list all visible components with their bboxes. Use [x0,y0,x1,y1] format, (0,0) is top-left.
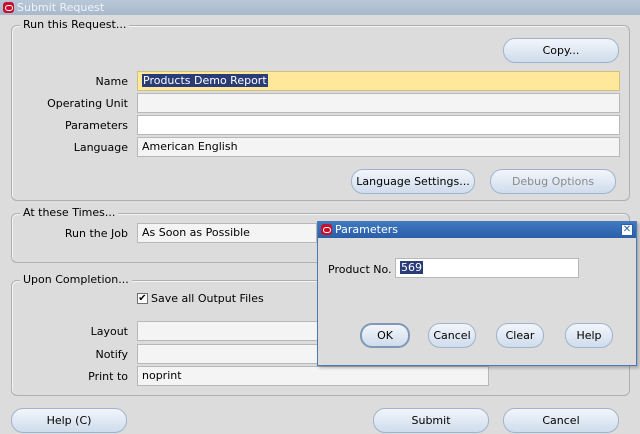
layout-label: Layout [90,325,128,338]
oracle-logo-icon [3,2,14,13]
language-settings-button[interactable]: Language Settings... [351,169,475,194]
copy-button[interactable]: Copy... [503,38,619,63]
clear-button[interactable]: Clear [496,323,544,348]
product-no-value: 569 [400,261,423,274]
dialog-cancel-button[interactable]: Cancel [428,323,476,348]
cancel-button[interactable]: Cancel [503,408,619,433]
completion-group-label: Upon Completion... [20,273,132,286]
name-field-value: Products Demo Report [142,74,268,87]
operating-unit-field[interactable] [137,93,620,113]
help-button[interactable]: Help (C) [11,408,127,433]
run-request-group-label: Run this Request... [20,18,130,31]
product-no-label: Product No. [328,263,392,276]
parameters-dialog-title: Parameters [335,223,398,236]
debug-options-button[interactable]: Debug Options [490,169,616,194]
print-to-field[interactable]: noprint [137,366,489,386]
parameters-label: Parameters [65,119,128,132]
run-job-field[interactable]: As Soon as Possible [137,223,317,243]
times-group-label: At these Times... [20,206,119,219]
window-title: Submit Request [17,1,105,14]
close-icon[interactable]: ✕ [621,224,633,236]
run-job-label: Run the Job [64,227,128,240]
oracle-logo-icon [321,224,332,235]
parameters-dialog: Parameters ✕ Product No. 569 OK Cancel C… [317,221,637,366]
ok-button[interactable]: OK [360,323,410,348]
submit-button[interactable]: Submit [373,408,489,433]
operating-unit-label: Operating Unit [47,97,128,110]
language-label: Language [73,141,128,154]
name-field[interactable]: Products Demo Report [137,71,620,91]
print-to-label: Print to [88,370,128,383]
parameters-dialog-title-bar: Parameters ✕ [318,222,636,238]
language-field[interactable]: American English [137,137,620,157]
notify-label: Notify [95,348,128,361]
save-output-checkbox[interactable]: ✔ [137,293,148,304]
parameters-field[interactable] [137,115,620,135]
dialog-help-button[interactable]: Help [565,323,613,348]
name-label: Name [95,75,128,88]
save-output-label: Save all Output Files [151,292,264,305]
window-title-bar: Submit Request [0,0,640,15]
product-no-field[interactable]: 569 [395,258,579,278]
